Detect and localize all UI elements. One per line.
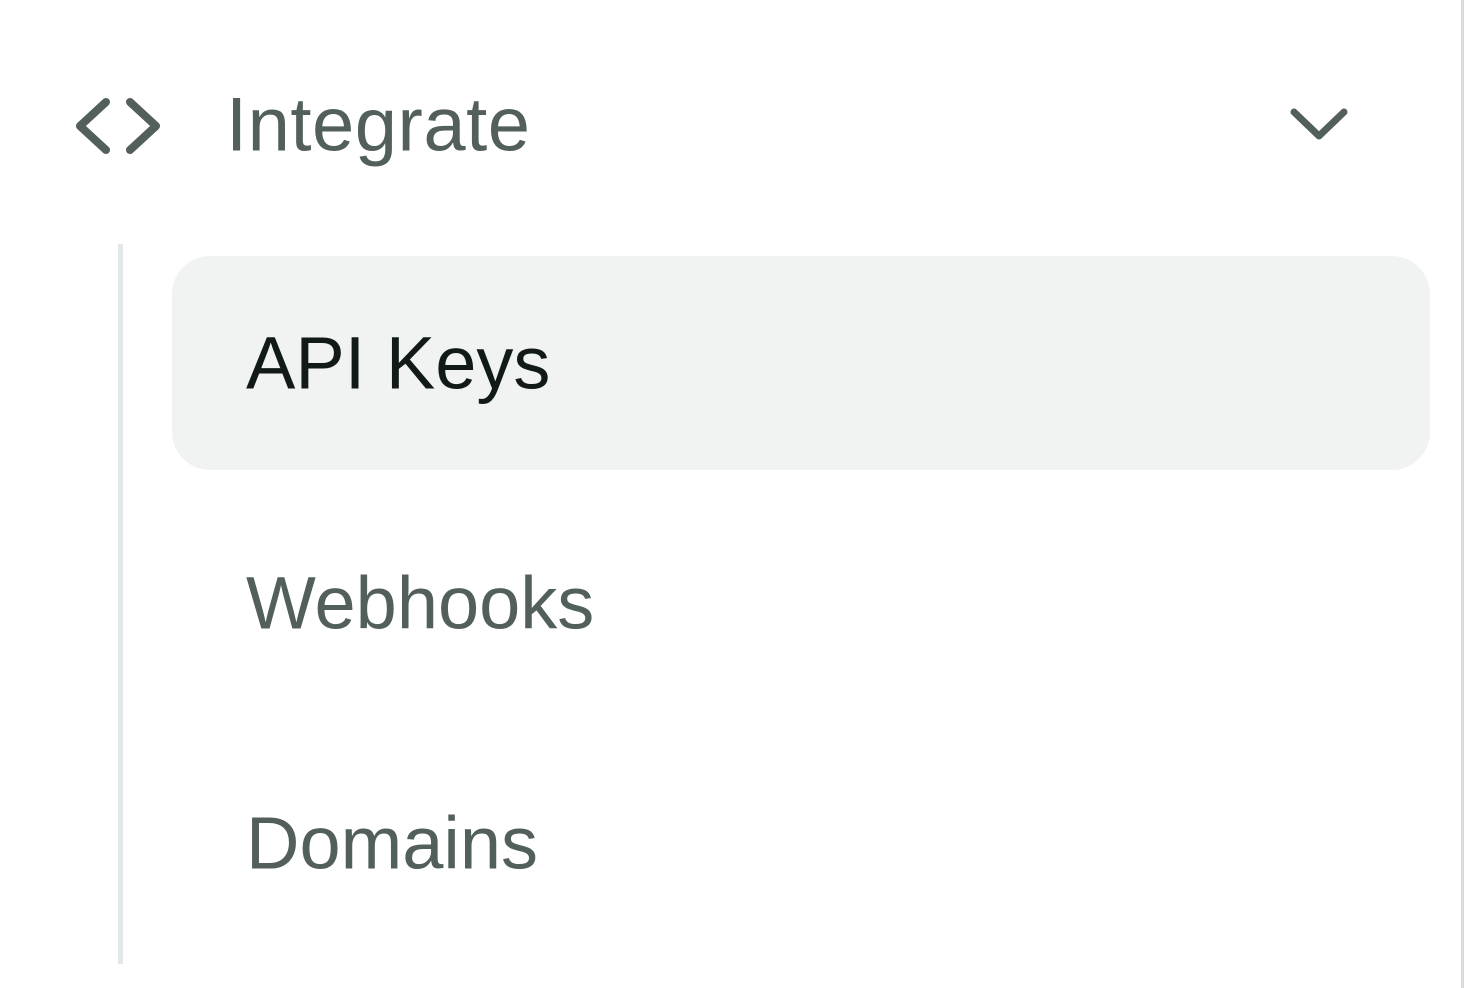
nav-item-webhooks[interactable]: Webhooks xyxy=(172,496,1430,710)
section-header-integrate[interactable]: Integrate xyxy=(60,70,1360,180)
chevron-down-icon[interactable] xyxy=(1288,102,1350,146)
nav-item-domains[interactable]: Domains xyxy=(172,736,1430,950)
nav-item-label: API Keys xyxy=(246,321,551,405)
code-icon xyxy=(76,98,160,154)
tree-guide-line xyxy=(118,244,123,964)
nav-item-label: Webhooks xyxy=(246,561,595,645)
sidebar-nav: Integrate API Keys Webhooks Domains xyxy=(0,0,1464,988)
section-label: Integrate xyxy=(226,82,531,168)
nav-item-label: Domains xyxy=(246,801,538,885)
nav-item-api-keys[interactable]: API Keys xyxy=(172,256,1430,470)
